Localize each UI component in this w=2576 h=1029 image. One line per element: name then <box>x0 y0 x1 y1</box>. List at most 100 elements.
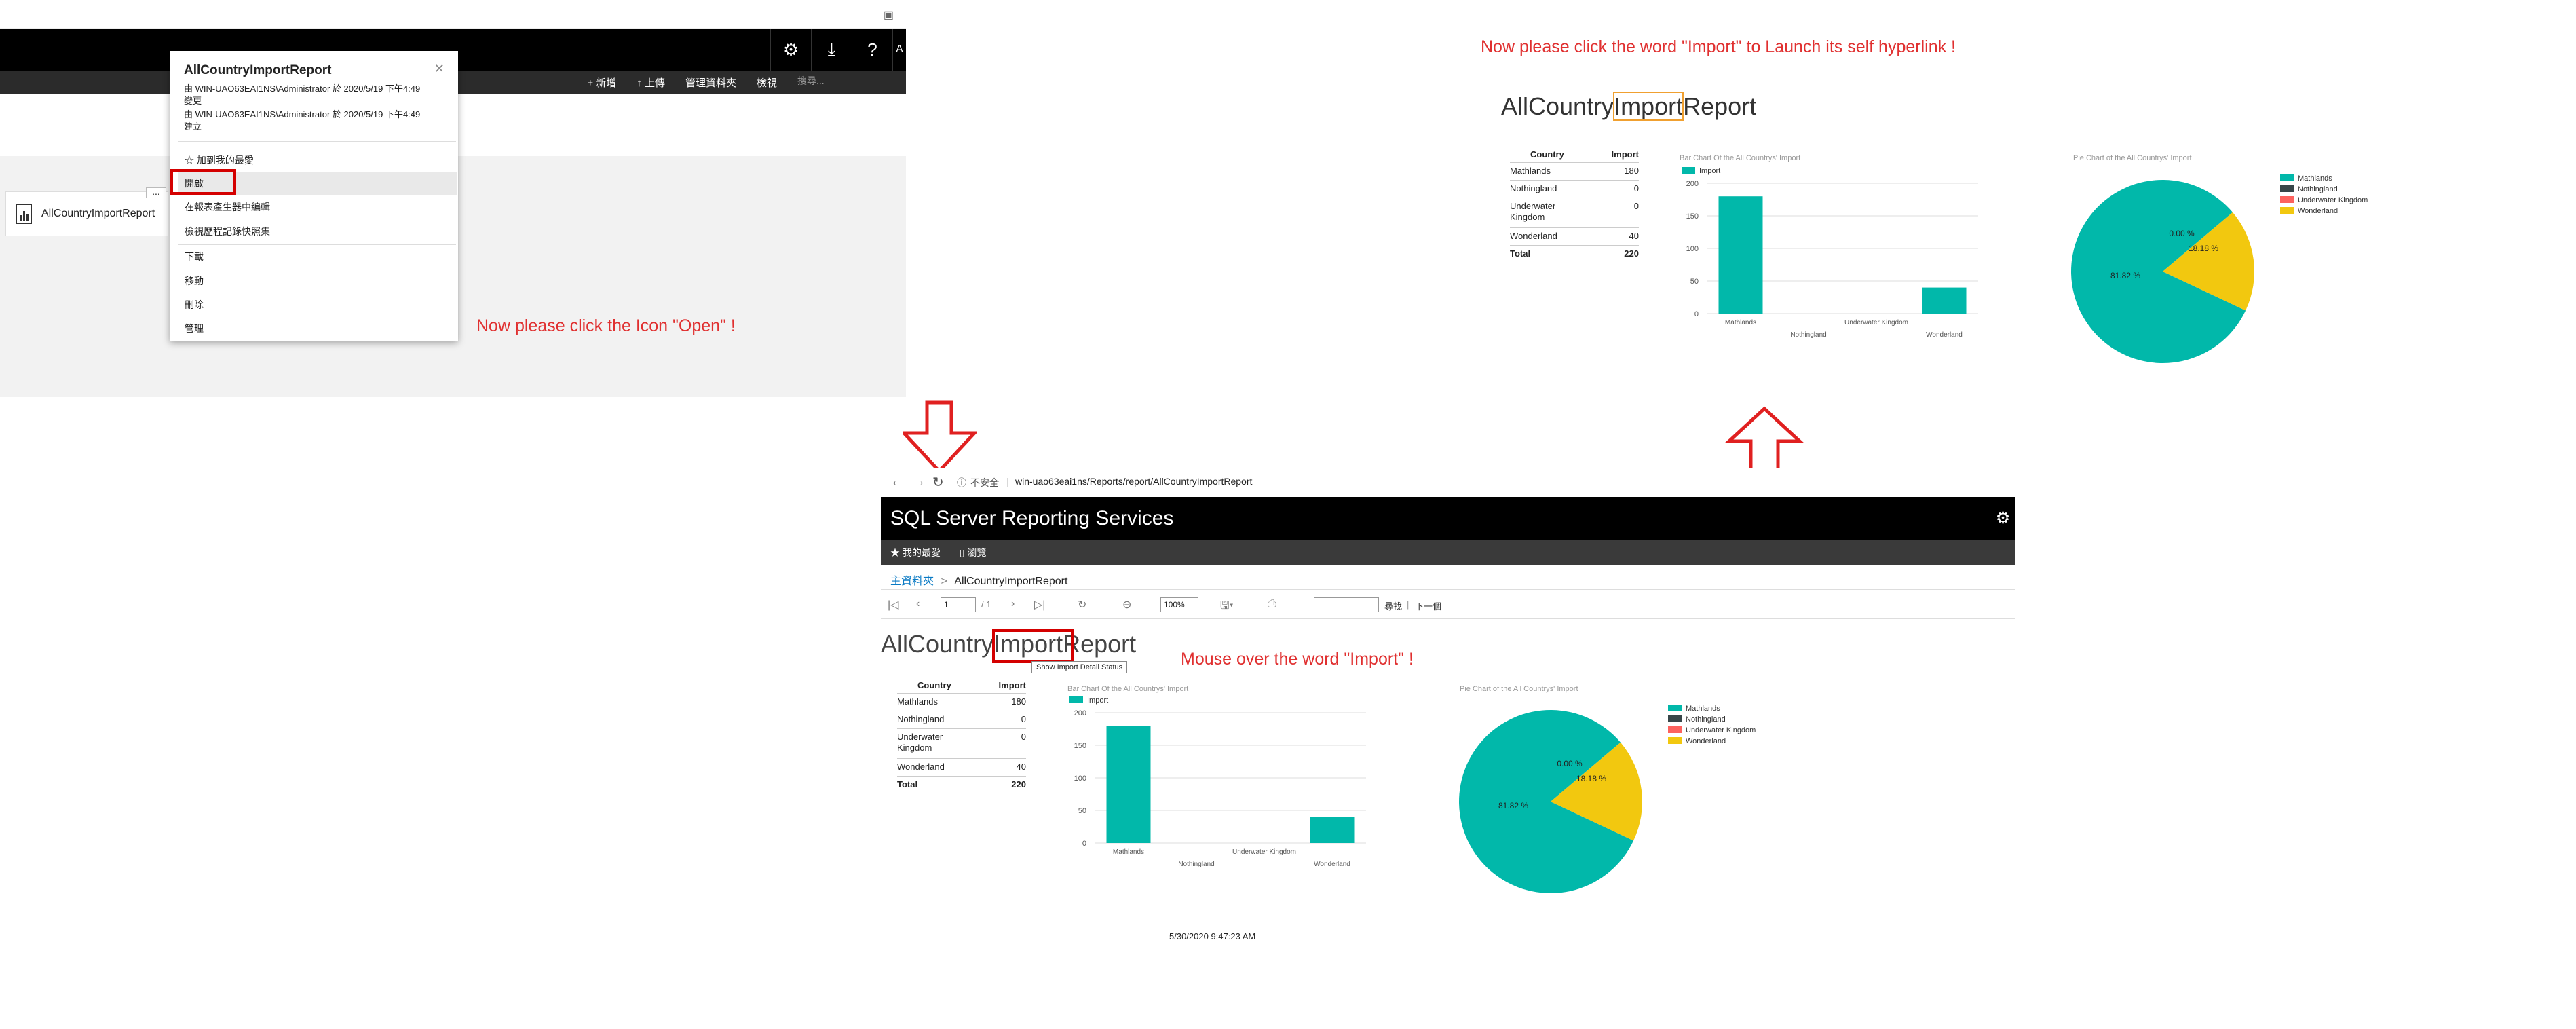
browser-window: ← → ↻ ⓘ 不安全 | win-uao63eai1ns/Reports/re… <box>881 468 2015 957</box>
security-label: 不安全 <box>970 477 999 488</box>
refresh-icon[interactable]: ↻ <box>1078 598 1086 612</box>
table-cell: Underwater Kingdom <box>897 732 943 753</box>
import-hyperlink[interactable]: Import <box>1613 92 1684 121</box>
pie-label: 0.00 % <box>1557 759 1583 768</box>
zoom-select[interactable]: 100% <box>1160 597 1198 612</box>
new-button[interactable]: + 新增 <box>587 75 616 90</box>
menu-item-move[interactable]: 移動 <box>178 269 457 293</box>
url-field[interactable]: win-uao63eai1ns/Reports/report/AllCountr… <box>1015 476 1252 487</box>
browser-strip: ▣ <box>0 0 906 29</box>
table-header: Country Import <box>1510 149 1639 163</box>
bar <box>1718 196 1763 314</box>
pie-chart: 81.82 % 0.00 % 18.18 % Mathlands Nothingland… <box>2071 174 2368 363</box>
table-cell: 0 <box>1633 201 1639 211</box>
download-icon[interactable]: ⤓ <box>811 29 852 71</box>
legend-swatch <box>2280 207 2294 214</box>
highlight-open <box>170 169 236 195</box>
prev-page-icon[interactable]: ‹ <box>916 598 920 610</box>
menu-item-history-snapshots[interactable]: 檢視歷程記錄快照集 <box>178 220 457 243</box>
bar <box>1922 287 1967 314</box>
first-page-icon[interactable]: |◁ <box>888 598 898 612</box>
breadcrumb-home[interactable]: 主資料夾 <box>890 576 934 587</box>
y-tick-label: 150 <box>1074 742 1086 750</box>
manage-folder-button[interactable]: 管理資料夾 <box>685 75 736 90</box>
bar-chart-title: Bar Chart Of the All Countrys' Import <box>1680 154 1801 162</box>
export-icon[interactable]: 🖫▾ <box>1220 598 1234 616</box>
info-icon: ⓘ <box>957 477 966 488</box>
legend-label: Import <box>1087 696 1108 705</box>
y-tick-label: 200 <box>1074 709 1086 717</box>
table-cell: Nothingland <box>1510 183 1557 193</box>
annotation-click-open: Now please click the Icon "Open" ! <box>476 316 736 335</box>
import-table: Country Import Mathlands 180 Nothingland 0 Und… <box>1510 149 1639 259</box>
y-tick-label: 50 <box>1078 807 1086 815</box>
page-input[interactable]: 1 <box>941 597 976 612</box>
y-tick-label: 50 <box>1690 278 1699 286</box>
user-label[interactable]: A <box>892 29 906 71</box>
breadcrumb: 主資料夾 > AllCountryImportReport <box>890 576 1068 587</box>
tooltip: Show Import Detail Status <box>1031 661 1128 673</box>
table-cell: Nothingland <box>897 714 945 724</box>
import-table: Country Import Mathlands 180 Nothingland 0 Und… <box>897 680 1026 789</box>
up-arrow-icon <box>1724 406 1804 473</box>
menu-item-manage[interactable]: 管理 <box>178 317 457 340</box>
annotation-click-import: Now please click the word "Import" to La… <box>1481 37 1956 56</box>
x-tick-label: Nothingland <box>1178 861 1214 868</box>
find-button[interactable]: 尋找 <box>1384 599 1402 612</box>
upload-button[interactable]: ↑ 上傳 <box>637 75 665 90</box>
menu-item-delete[interactable]: 刪除 <box>178 293 457 316</box>
translate-icon[interactable]: ▣ <box>884 8 894 22</box>
menu-item-edit-report-builder[interactable]: 在報表產生器中編輯 <box>178 195 457 219</box>
y-tick-label: 150 <box>1686 212 1699 221</box>
table-row: Wonderland 40 <box>1510 231 1639 246</box>
legend-swatch <box>2280 185 2294 192</box>
next-page-icon[interactable]: › <box>1011 598 1015 610</box>
table-cell: 220 <box>1011 779 1026 789</box>
table-row: Nothingland 0 <box>1510 183 1639 198</box>
print-icon[interactable]: ⎙ <box>1268 598 1276 610</box>
pie-chart: 81.82 % 0.00 % 18.18 % Mathlands Nothingland… <box>1459 705 1756 893</box>
context-menu: AllCountryImportReport ✕ 由 WIN-UAO63EAI1… <box>170 51 458 341</box>
report-tile-name: AllCountryImportReport <box>41 208 155 219</box>
view-button[interactable]: 檢視 <box>757 75 777 90</box>
more-options-button[interactable]: ... <box>146 187 166 198</box>
legend-label: Mathlands <box>1686 705 1720 713</box>
forward-icon[interactable]: → <box>912 474 926 489</box>
menu-item-download[interactable]: 下載 <box>178 245 457 268</box>
report-tile[interactable]: AllCountryImportReport <box>5 191 168 236</box>
close-icon[interactable]: ✕ <box>434 62 444 76</box>
favorites-link[interactable]: ★ 我的最愛 <box>890 547 941 558</box>
last-page-icon[interactable]: ▷| <box>1034 598 1045 612</box>
menu-item-add-favorite[interactable]: ☆ 加到我的最愛 <box>178 149 457 172</box>
ssrs-header: SQL Server Reporting Services ⚙ <box>881 497 2015 540</box>
y-tick-label: 200 <box>1686 180 1699 188</box>
table-cell: Import <box>998 680 1026 690</box>
gear-icon[interactable]: ⚙ <box>770 29 811 71</box>
browse-link[interactable]: 瀏覽 <box>967 547 986 558</box>
page-count: / 1 <box>981 599 991 610</box>
y-tick-label: 100 <box>1074 774 1086 783</box>
pie-label: 0.00 % <box>2169 229 2195 238</box>
legend-label: Mathlands <box>2298 174 2332 183</box>
reload-icon[interactable]: ↻ <box>932 474 944 491</box>
x-tick-label: Underwater Kingdom <box>1232 848 1296 856</box>
report-title: AllCountryImportReport <box>1501 92 1757 121</box>
y-tick-label: 100 <box>1686 245 1699 253</box>
bar <box>1106 726 1151 843</box>
address-bar: ← → ↻ ⓘ 不安全 | win-uao63eai1ns/Reports/re… <box>881 468 2015 495</box>
back-to-parent-icon[interactable]: ⊖ <box>1122 598 1131 612</box>
timestamp: 5/30/2020 9:47:23 AM <box>1169 931 1256 941</box>
search-input[interactable]: 搜尋... <box>797 74 872 90</box>
y-tick-label: 0 <box>1694 310 1699 318</box>
legend-swatch <box>1668 705 1682 711</box>
table-header: Country Import <box>897 680 1026 694</box>
table-cell: Total <box>897 779 918 789</box>
help-icon[interactable]: ? <box>852 29 892 71</box>
find-input[interactable] <box>1314 597 1379 612</box>
find-next-button[interactable]: 下一個 <box>1415 599 1441 612</box>
legend-label: Wonderland <box>1686 737 1726 745</box>
down-arrow-icon <box>903 400 977 474</box>
back-icon[interactable]: ← <box>890 474 904 489</box>
y-tick-label: 0 <box>1082 840 1086 848</box>
gear-icon[interactable]: ⚙ <box>1990 497 2015 540</box>
